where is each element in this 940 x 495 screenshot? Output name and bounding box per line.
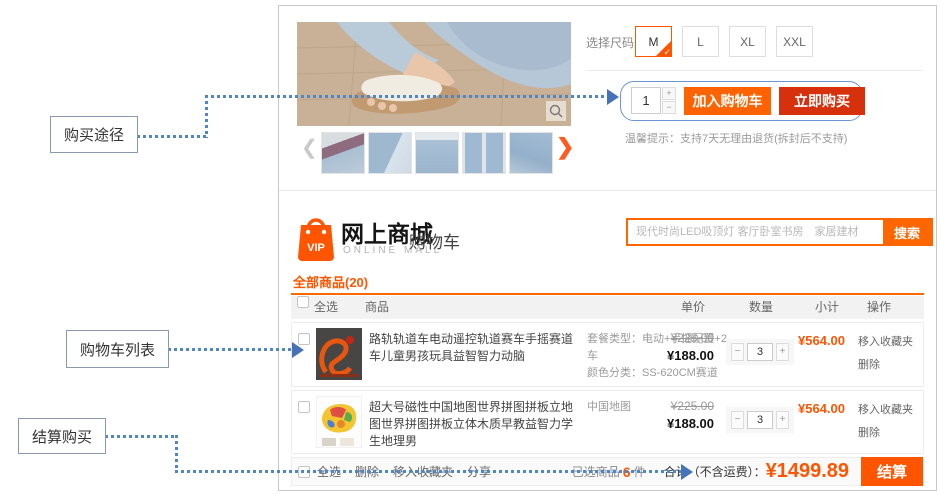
annotation-line [105, 435, 178, 438]
annotation-line [137, 135, 207, 138]
annotation-cart-list: 购物车列表 [66, 330, 169, 368]
total-value: ¥1499.89 [766, 460, 849, 483]
delete-link[interactable]: 删除 [858, 356, 913, 372]
page-title-cart: 购物车 [409, 228, 460, 253]
row-checkbox[interactable] [298, 401, 310, 413]
vip-badge-text: VIP [307, 242, 325, 254]
thumbnail-4[interactable] [462, 132, 506, 174]
annotation-arrow-icon [607, 89, 619, 105]
size-option-label: XL [740, 35, 755, 49]
increase-button[interactable]: + [776, 343, 789, 361]
divider [279, 190, 936, 191]
decrease-button[interactable]: − [731, 343, 744, 361]
buy-now-button[interactable]: 立即购买 [779, 87, 865, 115]
product-image-china-map[interactable] [316, 396, 362, 448]
cart-table-header: 全选 商品 单价 数量 小计 操作 [291, 296, 924, 319]
checkout-button[interactable]: 结算 [861, 457, 923, 486]
spec-line: 颜色分类：SS-620CM赛道 [587, 365, 727, 382]
quantity-control: + − [631, 87, 676, 114]
return-policy-tip: 温馨提示：支持7天无理由退货(拆封后不支持) [625, 130, 847, 146]
header-unit-price: 单价 [681, 296, 705, 319]
old-price: ¥225.00 [648, 331, 714, 345]
mall-logo[interactable]: VIP [295, 211, 337, 268]
row-actions: 移入收藏夹 删除 [858, 333, 913, 379]
thumbnail-5[interactable] [509, 132, 553, 174]
delete-link[interactable]: 删除 [858, 424, 913, 440]
size-option-m[interactable]: M ✓ [635, 26, 672, 57]
divider [586, 70, 923, 71]
annotation-purchase-path: 购买途径 [50, 116, 138, 153]
row-quantity-input[interactable] [747, 411, 773, 429]
header-quantity: 数量 [749, 296, 773, 319]
shop-panel: ❮ ❯ 选择尺码: M ✓ L XL XXL [278, 5, 937, 491]
jeans-product-photo [297, 22, 571, 126]
row-quantity-input[interactable] [747, 343, 773, 361]
annotation-checkout: 结算购买 [18, 418, 106, 454]
cart-row-1: 路轨轨道车电动遥控轨道赛车手摇赛道车儿童男孩玩具益智智力动脑 套餐类型：电动+手… [291, 322, 924, 387]
row-subtotal: ¥564.00 [798, 401, 845, 416]
product-main-image[interactable] [297, 22, 571, 126]
size-option-xxl[interactable]: XXL [776, 26, 813, 57]
quantity-increase-button[interactable]: + [662, 87, 676, 100]
increase-button[interactable]: + [776, 411, 789, 429]
quantity-decrease-button[interactable]: − [662, 101, 676, 114]
old-price: ¥225.00 [648, 399, 714, 413]
size-option-label: L [697, 35, 704, 49]
row-quantity-stepper: − + [726, 407, 794, 433]
row-subtotal: ¥564.00 [798, 333, 845, 348]
magnifier-icon[interactable] [546, 101, 566, 121]
annotation-line [168, 348, 294, 351]
product-image-race-track[interactable] [316, 328, 362, 380]
search-bar: 搜索 [626, 218, 933, 246]
move-to-favorites-link[interactable]: 移入收藏夹 [858, 401, 913, 417]
quantity-input[interactable] [631, 87, 661, 114]
size-options: M ✓ L XL XXL [635, 26, 813, 57]
row-quantity-stepper: − + [726, 339, 794, 365]
size-option-label: XXL [783, 35, 806, 49]
select-all-checkbox[interactable] [297, 296, 309, 308]
header-actions: 操作 [867, 296, 891, 319]
unit-price: ¥188.00 [648, 348, 714, 363]
size-label: 选择尺码: [586, 34, 637, 51]
size-option-l[interactable]: L [682, 26, 719, 57]
thumbnails-next-chevron-icon[interactable]: ❯ [556, 136, 574, 158]
screenshot-root: ❮ ❯ 选择尺码: M ✓ L XL XXL [0, 0, 940, 495]
decrease-button[interactable]: − [731, 411, 744, 429]
product-title[interactable]: 超大号磁性中国地图世界拼图拼板立地图世界拼图拼板立体木质早教益智力学生地理男 [369, 399, 583, 450]
move-to-favorites-link[interactable]: 移入收藏夹 [858, 333, 913, 349]
tab-all-items[interactable]: 全部商品(20) [293, 272, 368, 291]
thumbnail-2[interactable] [368, 132, 412, 174]
thumbnail-strip [321, 132, 553, 174]
annotation-line [205, 95, 208, 138]
size-option-xl[interactable]: XL [729, 26, 766, 57]
unit-price: ¥188.00 [648, 416, 714, 431]
header-select-all[interactable]: 全选 [314, 296, 338, 319]
check-icon: ✓ [663, 47, 671, 58]
annotation-line [175, 470, 683, 473]
search-input[interactable] [628, 220, 883, 244]
annotation-line [175, 435, 178, 473]
header-subtotal: 小计 [815, 296, 839, 319]
annotation-line [205, 95, 609, 98]
thumbnail-1[interactable] [321, 132, 365, 174]
thumbnails-prev-chevron-icon[interactable]: ❮ [301, 138, 318, 158]
cart-row-2: 超大号磁性中国地图世界拼图拼板立地图世界拼图拼板立体木质早教益智力学生地理男 中… [291, 390, 924, 454]
row-actions: 移入收藏夹 删除 [858, 401, 913, 447]
annotation-arrow-icon [681, 464, 693, 480]
add-to-cart-button[interactable]: 加入购物车 [684, 87, 771, 115]
tab-underline [291, 293, 924, 295]
search-button[interactable]: 搜索 [883, 220, 931, 244]
product-title[interactable]: 路轨轨道车电动遥控轨道赛车手摇赛道车儿童男孩玩具益智智力动脑 [369, 331, 583, 365]
annotation-arrow-icon [292, 342, 304, 358]
thumbnail-3[interactable] [415, 132, 459, 174]
header-product: 商品 [365, 296, 389, 319]
